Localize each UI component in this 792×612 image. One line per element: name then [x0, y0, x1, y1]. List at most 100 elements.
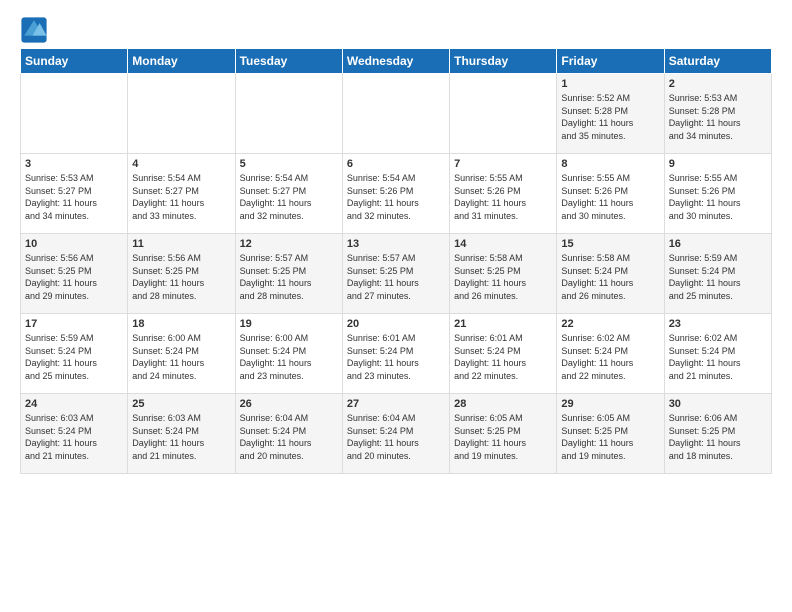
calendar-cell: 18 Sunrise: 6:00 AM Sunset: 5:24 PM Dayli… [128, 314, 235, 394]
day-number: 24 [25, 398, 123, 410]
calendar-header-row: SundayMondayTuesdayWednesdayThursdayFrid… [21, 49, 772, 74]
day-info: Sunrise: 5:53 AM Sunset: 5:28 PM Dayligh… [669, 92, 767, 142]
day-info: Sunrise: 6:01 AM Sunset: 5:24 PM Dayligh… [454, 332, 552, 382]
day-number: 11 [132, 238, 230, 250]
day-number: 27 [347, 398, 445, 410]
day-number: 26 [240, 398, 338, 410]
day-info: Sunrise: 5:54 AM Sunset: 5:27 PM Dayligh… [240, 172, 338, 222]
day-number: 28 [454, 398, 552, 410]
calendar-cell: 17 Sunrise: 5:59 AM Sunset: 5:24 PM Dayli… [21, 314, 128, 394]
week-row-3: 17 Sunrise: 5:59 AM Sunset: 5:24 PM Dayli… [21, 314, 772, 394]
day-number: 10 [25, 238, 123, 250]
day-info: Sunrise: 5:54 AM Sunset: 5:26 PM Dayligh… [347, 172, 445, 222]
calendar-cell: 29Sunrise: 6:05 AM Sunset: 5:25 PM Dayli… [557, 394, 664, 474]
day-number: 9 [669, 158, 767, 170]
day-info: Sunrise: 5:59 AM Sunset: 5:24 PM Dayligh… [669, 252, 767, 302]
day-info: Sunrise: 5:53 AM Sunset: 5:27 PM Dayligh… [25, 172, 123, 222]
calendar-cell: 30Sunrise: 6:06 AM Sunset: 5:25 PM Dayli… [664, 394, 771, 474]
week-row-0: 1 Sunrise: 5:52 AM Sunset: 5:28 PM Daylig… [21, 74, 772, 154]
day-number: 4 [132, 158, 230, 170]
header-day-saturday: Saturday [664, 49, 771, 74]
calendar-cell: 27 Sunrise: 6:04 AM Sunset: 5:24 PM Dayli… [342, 394, 449, 474]
header-day-sunday: Sunday [21, 49, 128, 74]
calendar-cell: 5 Sunrise: 5:54 AM Sunset: 5:27 PM Daylig… [235, 154, 342, 234]
calendar-page: SundayMondayTuesdayWednesdayThursdayFrid… [0, 0, 792, 484]
day-number: 13 [347, 238, 445, 250]
calendar-cell: 23 Sunrise: 6:02 AM Sunset: 5:24 PM Dayli… [664, 314, 771, 394]
calendar-cell: 20 Sunrise: 6:01 AM Sunset: 5:24 PM Dayli… [342, 314, 449, 394]
calendar-cell: 6 Sunrise: 5:54 AM Sunset: 5:26 PM Daylig… [342, 154, 449, 234]
calendar-cell: 4 Sunrise: 5:54 AM Sunset: 5:27 PM Daylig… [128, 154, 235, 234]
day-number: 25 [132, 398, 230, 410]
day-info: Sunrise: 5:56 AM Sunset: 5:25 PM Dayligh… [132, 252, 230, 302]
logo [20, 16, 52, 44]
day-number: 3 [25, 158, 123, 170]
day-info: Sunrise: 5:58 AM Sunset: 5:24 PM Dayligh… [561, 252, 659, 302]
day-info: Sunrise: 6:03 AM Sunset: 5:24 PM Dayligh… [25, 412, 123, 462]
calendar-cell [235, 74, 342, 154]
day-info: Sunrise: 5:57 AM Sunset: 5:25 PM Dayligh… [347, 252, 445, 302]
calendar-cell: 14 Sunrise: 5:58 AM Sunset: 5:25 PM Dayli… [450, 234, 557, 314]
day-info: Sunrise: 6:06 AM Sunset: 5:25 PM Dayligh… [669, 412, 767, 462]
day-info: Sunrise: 5:59 AM Sunset: 5:24 PM Dayligh… [25, 332, 123, 382]
day-number: 20 [347, 318, 445, 330]
day-info: Sunrise: 5:52 AM Sunset: 5:28 PM Dayligh… [561, 92, 659, 142]
day-info: Sunrise: 6:03 AM Sunset: 5:24 PM Dayligh… [132, 412, 230, 462]
week-row-4: 24 Sunrise: 6:03 AM Sunset: 5:24 PM Dayli… [21, 394, 772, 474]
calendar-cell [450, 74, 557, 154]
week-row-1: 3 Sunrise: 5:53 AM Sunset: 5:27 PM Daylig… [21, 154, 772, 234]
day-info: Sunrise: 6:00 AM Sunset: 5:24 PM Dayligh… [132, 332, 230, 382]
header-day-monday: Monday [128, 49, 235, 74]
header-day-wednesday: Wednesday [342, 49, 449, 74]
day-number: 12 [240, 238, 338, 250]
calendar-cell: 13 Sunrise: 5:57 AM Sunset: 5:25 PM Dayli… [342, 234, 449, 314]
day-info: Sunrise: 6:02 AM Sunset: 5:24 PM Dayligh… [561, 332, 659, 382]
calendar-cell: 9 Sunrise: 5:55 AM Sunset: 5:26 PM Daylig… [664, 154, 771, 234]
week-row-2: 10 Sunrise: 5:56 AM Sunset: 5:25 PM Dayli… [21, 234, 772, 314]
day-number: 8 [561, 158, 659, 170]
day-number: 19 [240, 318, 338, 330]
calendar-cell: 24 Sunrise: 6:03 AM Sunset: 5:24 PM Dayli… [21, 394, 128, 474]
header [20, 16, 772, 44]
calendar-table: SundayMondayTuesdayWednesdayThursdayFrid… [20, 48, 772, 474]
day-number: 29 [561, 398, 659, 410]
day-info: Sunrise: 5:54 AM Sunset: 5:27 PM Dayligh… [132, 172, 230, 222]
day-info: Sunrise: 5:55 AM Sunset: 5:26 PM Dayligh… [561, 172, 659, 222]
day-info: Sunrise: 5:57 AM Sunset: 5:25 PM Dayligh… [240, 252, 338, 302]
header-day-tuesday: Tuesday [235, 49, 342, 74]
day-info: Sunrise: 5:58 AM Sunset: 5:25 PM Dayligh… [454, 252, 552, 302]
day-info: Sunrise: 6:05 AM Sunset: 5:25 PM Dayligh… [454, 412, 552, 462]
day-number: 2 [669, 78, 767, 90]
calendar-cell [21, 74, 128, 154]
day-info: Sunrise: 6:00 AM Sunset: 5:24 PM Dayligh… [240, 332, 338, 382]
day-info: Sunrise: 6:04 AM Sunset: 5:24 PM Dayligh… [347, 412, 445, 462]
day-number: 18 [132, 318, 230, 330]
calendar-cell: 25 Sunrise: 6:03 AM Sunset: 5:24 PM Dayli… [128, 394, 235, 474]
day-number: 1 [561, 78, 659, 90]
day-info: Sunrise: 6:02 AM Sunset: 5:24 PM Dayligh… [669, 332, 767, 382]
day-info: Sunrise: 6:01 AM Sunset: 5:24 PM Dayligh… [347, 332, 445, 382]
day-number: 14 [454, 238, 552, 250]
calendar-cell: 12 Sunrise: 5:57 AM Sunset: 5:25 PM Dayli… [235, 234, 342, 314]
calendar-cell: 3 Sunrise: 5:53 AM Sunset: 5:27 PM Daylig… [21, 154, 128, 234]
calendar-cell: 26Sunrise: 6:04 AM Sunset: 5:24 PM Dayli… [235, 394, 342, 474]
header-day-thursday: Thursday [450, 49, 557, 74]
day-info: Sunrise: 5:55 AM Sunset: 5:26 PM Dayligh… [669, 172, 767, 222]
day-number: 23 [669, 318, 767, 330]
day-number: 17 [25, 318, 123, 330]
logo-icon [20, 16, 48, 44]
day-number: 6 [347, 158, 445, 170]
calendar-cell: 1 Sunrise: 5:52 AM Sunset: 5:28 PM Daylig… [557, 74, 664, 154]
day-number: 16 [669, 238, 767, 250]
day-number: 22 [561, 318, 659, 330]
day-number: 21 [454, 318, 552, 330]
day-info: Sunrise: 5:55 AM Sunset: 5:26 PM Dayligh… [454, 172, 552, 222]
day-number: 15 [561, 238, 659, 250]
calendar-cell: 2 Sunrise: 5:53 AM Sunset: 5:28 PM Daylig… [664, 74, 771, 154]
calendar-cell: 15 Sunrise: 5:58 AM Sunset: 5:24 PM Dayli… [557, 234, 664, 314]
day-number: 5 [240, 158, 338, 170]
calendar-cell: 16 Sunrise: 5:59 AM Sunset: 5:24 PM Dayli… [664, 234, 771, 314]
calendar-cell: 28 Sunrise: 6:05 AM Sunset: 5:25 PM Dayli… [450, 394, 557, 474]
day-number: 7 [454, 158, 552, 170]
calendar-cell: 19 Sunrise: 6:00 AM Sunset: 5:24 PM Dayli… [235, 314, 342, 394]
